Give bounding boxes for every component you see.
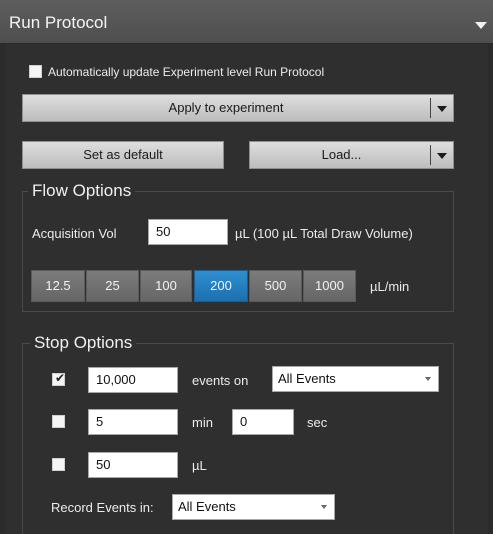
acquisition-vol-input[interactable]: 50 <box>148 219 228 245</box>
stop-options-title: Stop Options <box>30 333 137 353</box>
time-sec-label: sec <box>307 415 328 430</box>
apply-to-experiment-button[interactable]: Apply to experiment <box>22 94 454 122</box>
apply-to-experiment-label: Apply to experiment <box>168 100 284 115</box>
volume-input[interactable]: 50 <box>88 452 178 478</box>
time-stop-checkbox[interactable] <box>52 415 65 428</box>
rate-button-500[interactable]: 500 <box>249 270 302 302</box>
events-count-input[interactable]: 10,000 <box>88 367 178 393</box>
acquisition-vol-unit: µL (100 µL Total Draw Volume) <box>235 226 413 241</box>
load-button[interactable]: Load... <box>249 141 454 169</box>
time-sec-input[interactable]: 0 <box>232 409 294 435</box>
events-gate-select-value: All Events <box>278 371 336 386</box>
load-split-divider <box>430 145 431 165</box>
record-events-label: Record Events in: <box>51 500 154 515</box>
time-min-label: min <box>192 415 213 430</box>
set-as-default-button[interactable]: Set as default <box>22 141 224 169</box>
record-events-select[interactable]: All Events <box>172 494 335 520</box>
events-on-label: events on <box>192 373 249 388</box>
auto-update-label: Automatically update Experiment level Ru… <box>48 65 325 79</box>
rate-button-200[interactable]: 200 <box>194 270 248 302</box>
record-events-select-value: All Events <box>178 499 236 514</box>
rate-button-100[interactable]: 100 <box>140 270 192 302</box>
acquisition-vol-label: Acquisition Vol <box>32 226 117 241</box>
caret-down-icon <box>425 377 431 381</box>
apply-dropdown-arrow-icon[interactable] <box>437 106 447 112</box>
checkmark-icon: ✔ <box>55 371 66 385</box>
time-min-input[interactable]: 5 <box>88 409 178 435</box>
events-stop-checkbox[interactable]: ✔ <box>52 371 66 386</box>
caret-down-icon <box>321 505 327 509</box>
apply-split-divider <box>430 98 431 118</box>
rate-button-12-5[interactable]: 12.5 <box>31 270 85 302</box>
volume-unit-label: µL <box>192 458 207 473</box>
volume-stop-checkbox[interactable] <box>52 458 65 471</box>
flow-options-title: Flow Options <box>28 181 136 201</box>
load-label: Load... <box>321 147 362 162</box>
events-gate-select[interactable]: All Events <box>272 366 439 392</box>
rate-unit-label: µL/min <box>370 279 410 294</box>
rate-button-25[interactable]: 25 <box>86 270 139 302</box>
panel-title: Run Protocol <box>9 13 108 32</box>
collapse-triangle-icon[interactable] <box>475 22 487 29</box>
rate-button-1000[interactable]: 1000 <box>303 270 356 302</box>
load-dropdown-arrow-icon[interactable] <box>437 153 447 159</box>
set-as-default-label: Set as default <box>83 147 163 162</box>
auto-update-checkbox[interactable] <box>29 65 42 78</box>
panel-header[interactable]: Run Protocol <box>0 0 493 44</box>
